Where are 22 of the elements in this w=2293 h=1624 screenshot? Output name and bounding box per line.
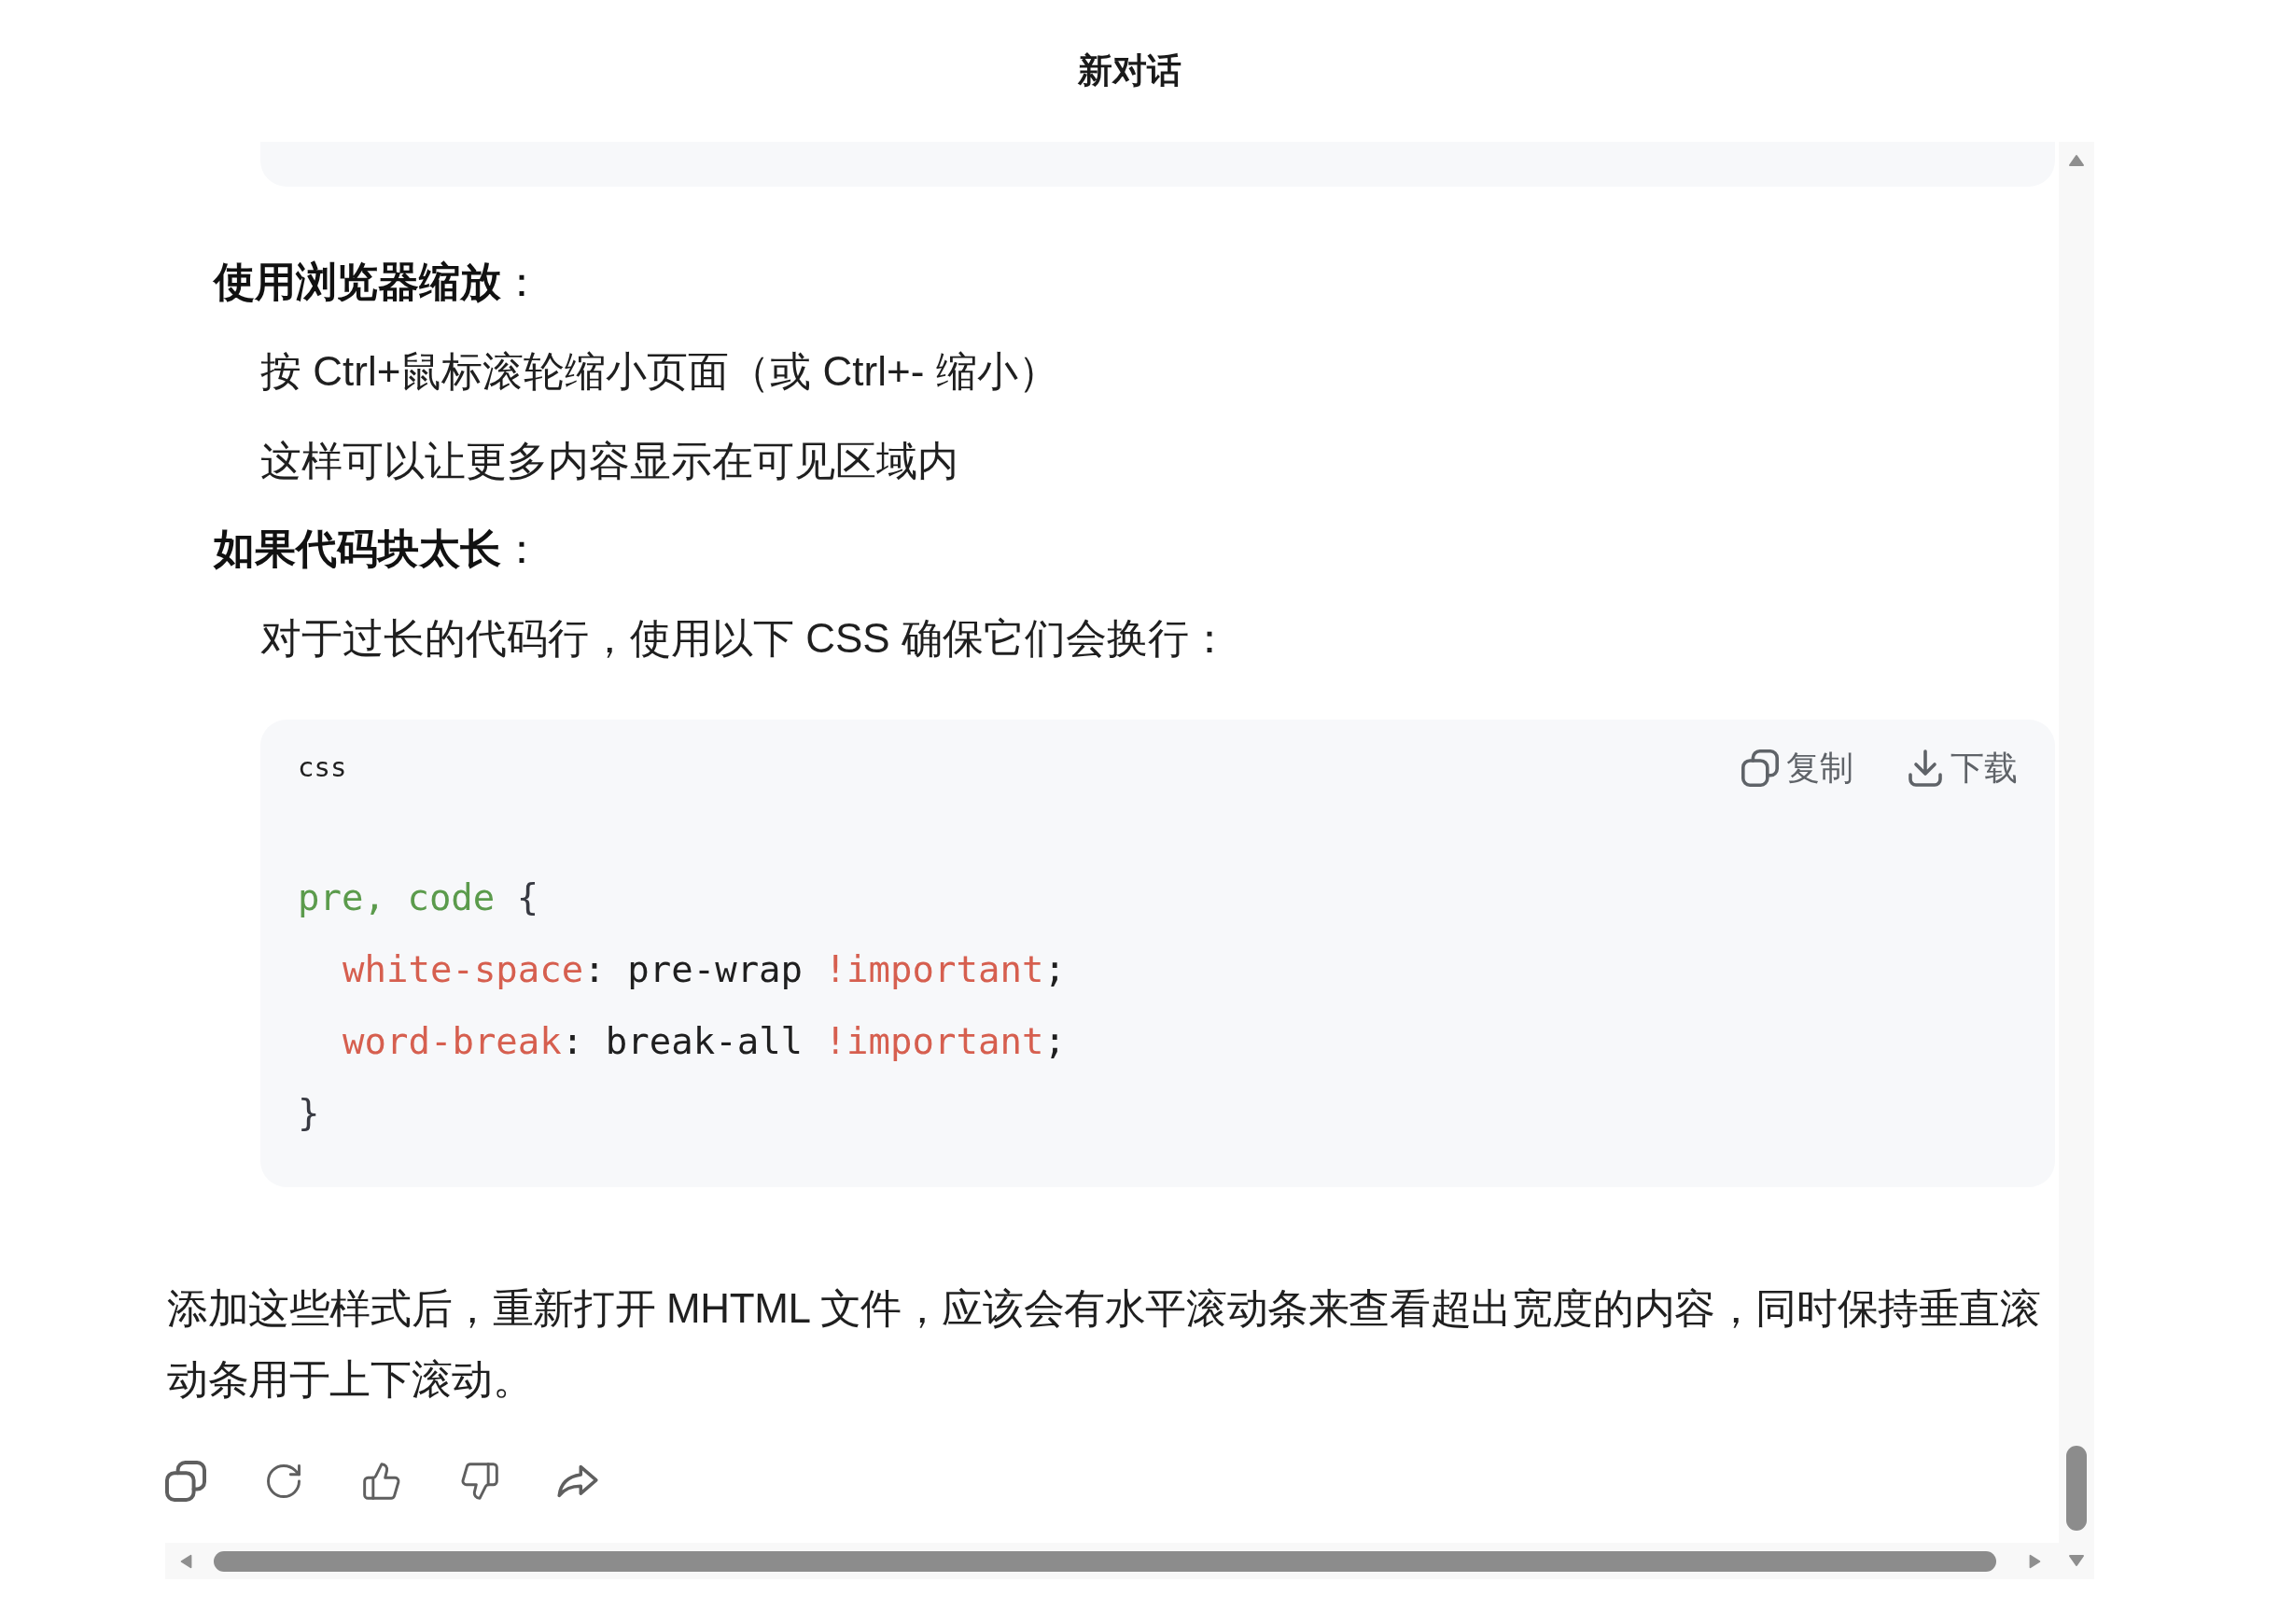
conversation-title: 新对话	[1078, 50, 1181, 92]
thumbs-down-icon[interactable]	[459, 1461, 500, 1502]
section-heading: 使用浏览器缩放：	[214, 258, 542, 306]
code-line: }	[298, 1091, 320, 1136]
scrollbar-thumb[interactable]	[214, 1550, 1996, 1572]
code-line: word-break: break-all !important;	[342, 1019, 1066, 1064]
section-heading: 如果代码块太长：	[214, 525, 542, 573]
list-item-text: 这样可以让更多内容显示在可见区域内	[260, 437, 958, 485]
copy-button[interactable]: 复制	[1741, 748, 1853, 789]
code-line: white-space: pre-wrap !important;	[342, 947, 1066, 992]
scrollbar-thumb[interactable]	[2066, 1446, 2087, 1531]
list-item-text: 对于过长的代码行，使用以下 CSS 确保它们会换行：	[260, 614, 1230, 663]
code-line: pre, code {	[298, 875, 539, 920]
copy-icon[interactable]	[165, 1461, 206, 1502]
list-item-text: 按 Ctrl+鼠标滚轮缩小页面（或 Ctrl+- 缩小）	[260, 347, 1059, 396]
download-icon[interactable]	[1908, 749, 1943, 787]
download-button[interactable]: 下载	[1908, 748, 2018, 789]
thumbs-up-icon[interactable]	[361, 1461, 402, 1502]
share-icon[interactable]	[557, 1463, 598, 1500]
code-language-label: css	[298, 750, 347, 786]
answer-paragraph: 添加这些样式后，重新打开 MHTML 文件，应该会有水平滚动条来查看超出宽度的内容，同时保持垂直滚动条用于上下滚动。	[167, 1284, 2042, 1404]
copy-icon[interactable]	[1741, 749, 1779, 787]
